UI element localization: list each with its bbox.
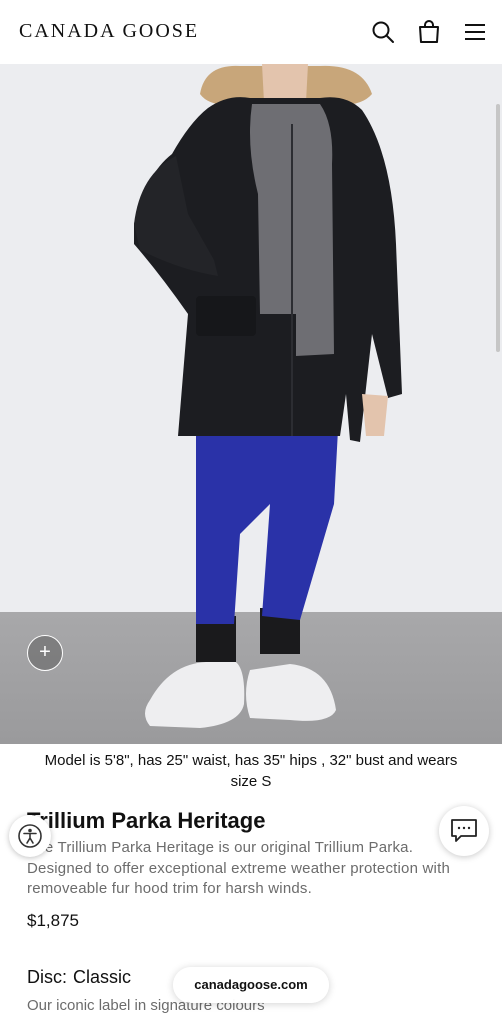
- site-header: CANADA GOOSE: [0, 0, 502, 64]
- scrollbar[interactable]: [496, 104, 500, 352]
- disc-option: Disc: Classic: [27, 967, 131, 988]
- canada-goose-logo[interactable]: CANADA GOOSE: [19, 20, 199, 43]
- browser-url-bar[interactable]: canadagoose.com: [173, 967, 329, 1003]
- disc-label: Disc:: [27, 967, 67, 987]
- accessibility-icon: [18, 824, 42, 848]
- product-image[interactable]: +: [0, 64, 502, 744]
- zoom-plus-icon[interactable]: +: [27, 635, 63, 671]
- disc-value: Classic: [73, 967, 132, 987]
- model-size-note: Model is 5'8", has 25" waist, has 35" hi…: [44, 752, 458, 790]
- product-price: $1,875: [27, 911, 79, 930]
- accessibility-button[interactable]: [9, 815, 51, 857]
- shopping-bag-icon[interactable]: [416, 19, 442, 45]
- product-title: Trillium Parka Heritage: [27, 808, 266, 833]
- product-description: The Trillium Parka Heritage is our origi…: [27, 839, 450, 897]
- chat-bubble-icon: [451, 819, 477, 842]
- chat-button[interactable]: [439, 806, 489, 856]
- menu-icon[interactable]: [462, 19, 488, 45]
- search-icon[interactable]: [370, 19, 396, 45]
- model-wearing-parka-image: [134, 64, 402, 728]
